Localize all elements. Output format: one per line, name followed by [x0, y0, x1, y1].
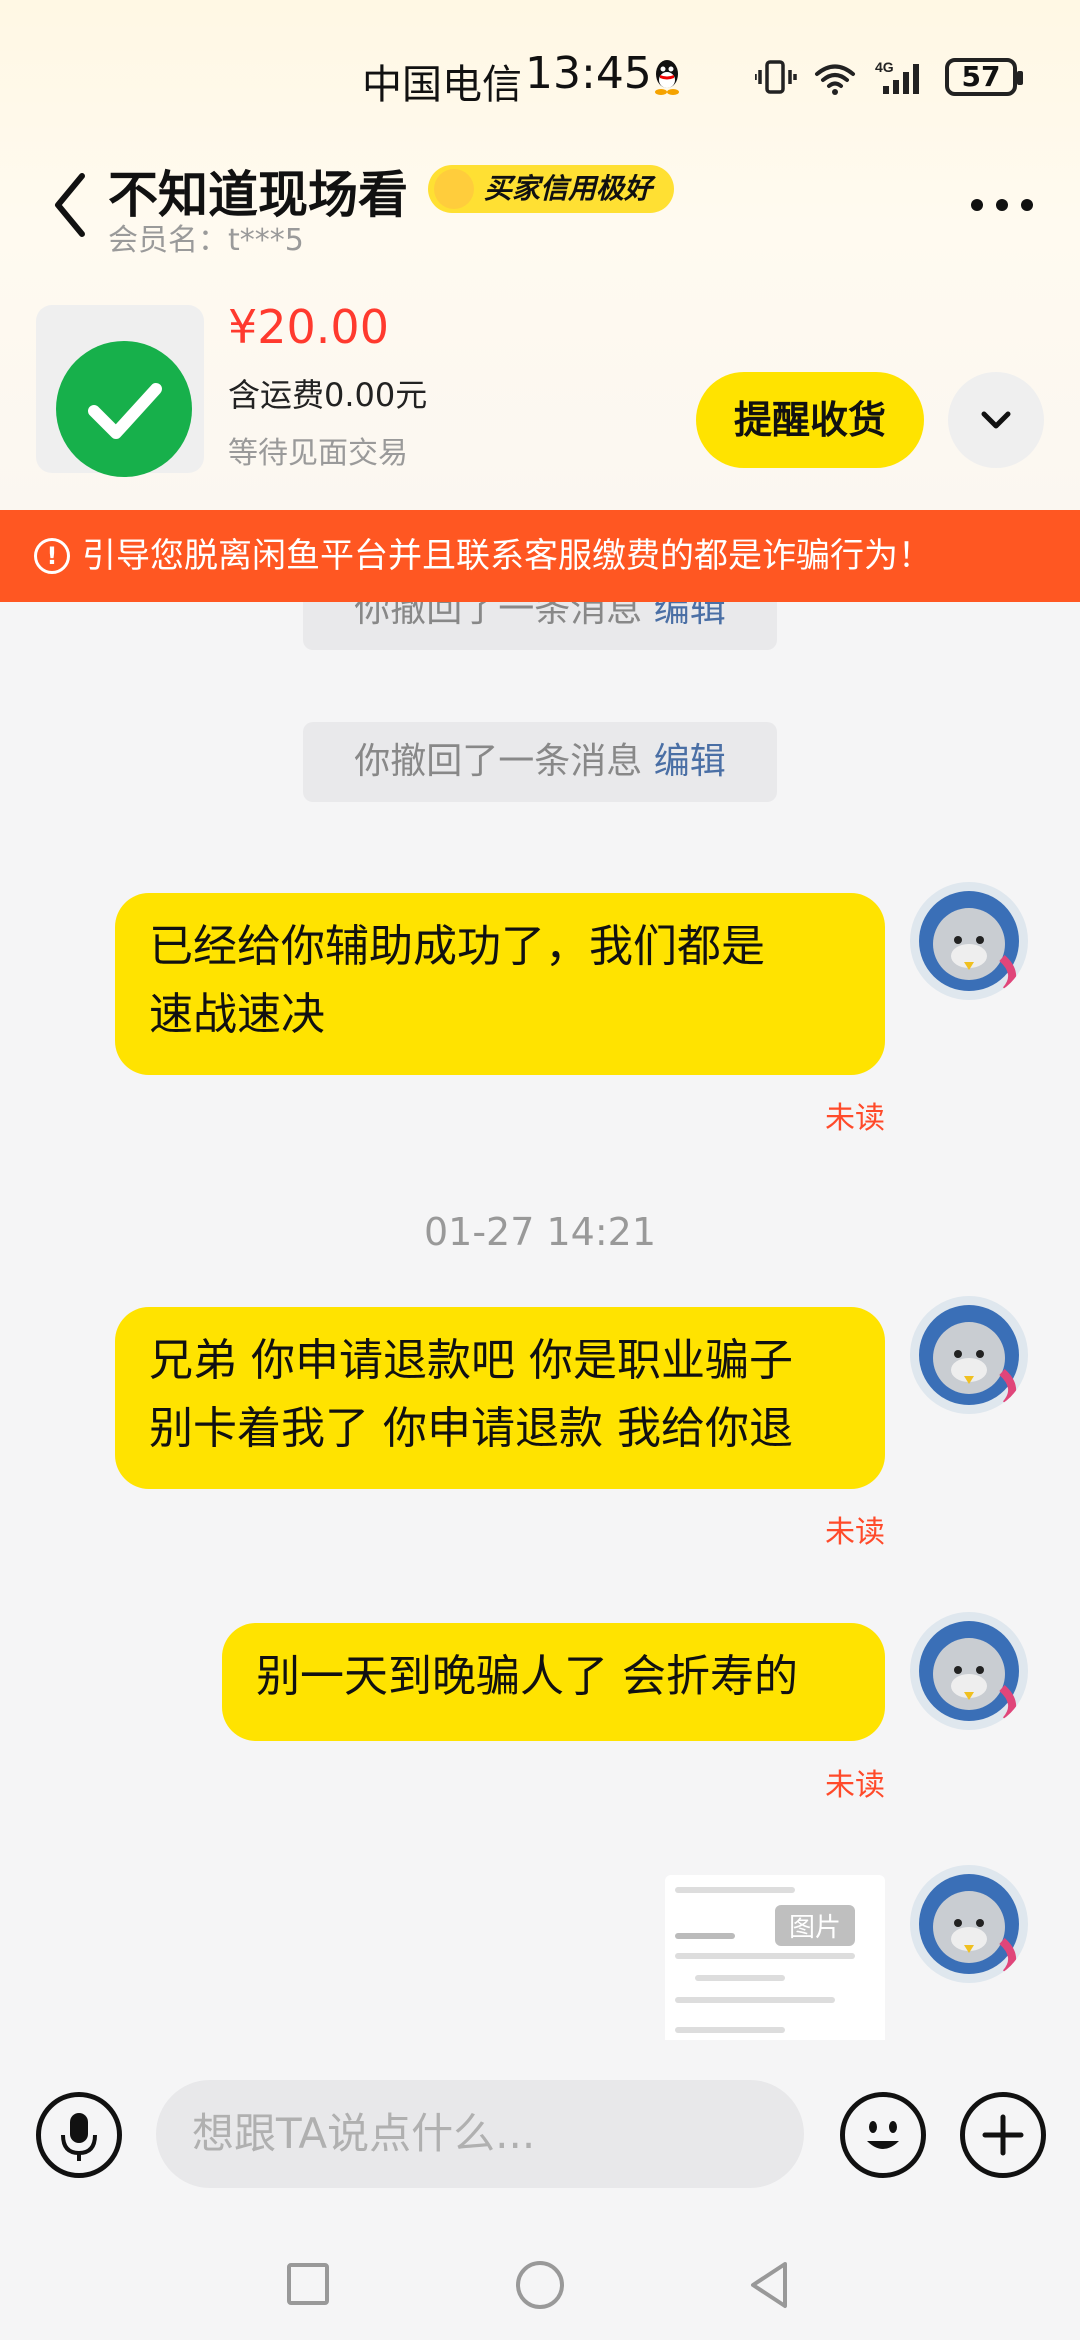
cat-avatar-icon	[919, 1874, 1019, 1976]
warning-text: 引导您脱离闲鱼平台并且联系客服缴费的都是诈骗行为！	[82, 536, 932, 576]
message-input[interactable]: 想跟TA说点什么...	[156, 2080, 804, 2188]
system-message: 你撤回了一条消息 编辑	[303, 722, 777, 802]
home-icon[interactable]	[516, 2261, 564, 2309]
recent-apps-icon[interactable]	[287, 2263, 329, 2305]
image-message[interactable]: 图片	[665, 1875, 885, 2050]
alert-icon: !	[34, 538, 70, 574]
shipping-info: 含运费0.00元	[228, 376, 428, 414]
voice-button[interactable]	[36, 2092, 122, 2178]
carrier-label: 中国电信	[362, 62, 522, 108]
avatar[interactable]	[910, 1612, 1028, 1730]
status-bar: 中国电信 13:45 4G 57	[0, 48, 1080, 112]
unread-status: 未读	[825, 1101, 885, 1136]
avatar[interactable]	[910, 1865, 1028, 1983]
qq-icon	[655, 60, 679, 95]
product-price: ¥20.00	[228, 300, 389, 354]
back-triangle-icon[interactable]	[745, 2258, 791, 2312]
member-name: 会员名：t***5	[108, 223, 304, 258]
expand-button[interactable]	[948, 372, 1044, 468]
clock: 13:45	[525, 48, 652, 99]
image-tag: 图片	[775, 1905, 856, 1946]
unread-status: 未读	[825, 1768, 885, 1803]
battery-icon: 57	[945, 58, 1023, 96]
unread-status: 未读	[825, 1515, 885, 1550]
edit-link[interactable]: 编辑	[654, 741, 726, 782]
smiley-icon	[434, 169, 474, 209]
emoji-icon	[867, 2121, 899, 2149]
product-thumbnail[interactable]	[36, 305, 204, 477]
microphone-icon	[61, 2113, 97, 2161]
emoji-button[interactable]	[840, 2092, 926, 2178]
chat-bubble[interactable]: 已经给你辅助成功了，我们都是 速战速决	[115, 893, 885, 1075]
checkmark-icon	[56, 341, 192, 477]
plus-button[interactable]	[960, 2092, 1046, 2178]
more-icon[interactable]	[970, 198, 1034, 212]
cat-avatar-icon	[919, 1621, 1019, 1723]
vibrate-icon	[755, 60, 797, 94]
wifi-icon	[815, 64, 855, 95]
chat-bubble[interactable]: 兄弟 你申请退款吧 你是职业骗子 别卡着我了 你申请退款 我给你退	[115, 1307, 885, 1489]
status-icons: 4G	[755, 59, 919, 95]
fraud-warning-banner: ! 引导您脱离闲鱼平台并且联系客服缴费的都是诈骗行为！	[0, 510, 1080, 602]
back-arrow-icon[interactable]	[50, 170, 90, 240]
credit-badge: 买家信用极好	[428, 165, 675, 213]
chat-bubble[interactable]: 别一天到晚骗人了 会折寿的	[222, 1623, 885, 1741]
cat-avatar-icon	[919, 1305, 1019, 1407]
avatar[interactable]	[910, 1296, 1028, 1414]
cat-avatar-icon	[919, 891, 1019, 993]
avatar[interactable]	[910, 882, 1028, 1000]
chevron-down-icon	[981, 411, 1011, 429]
plus-icon	[982, 2114, 1024, 2156]
badge-label: 买家信用极好	[484, 172, 653, 205]
message-timestamp: 01-27 14:21	[423, 1210, 656, 1254]
trade-status: 等待见面交易	[228, 436, 408, 471]
svg-text:4G: 4G	[875, 59, 894, 75]
remind-receipt-button[interactable]: 提醒收货	[696, 372, 924, 468]
